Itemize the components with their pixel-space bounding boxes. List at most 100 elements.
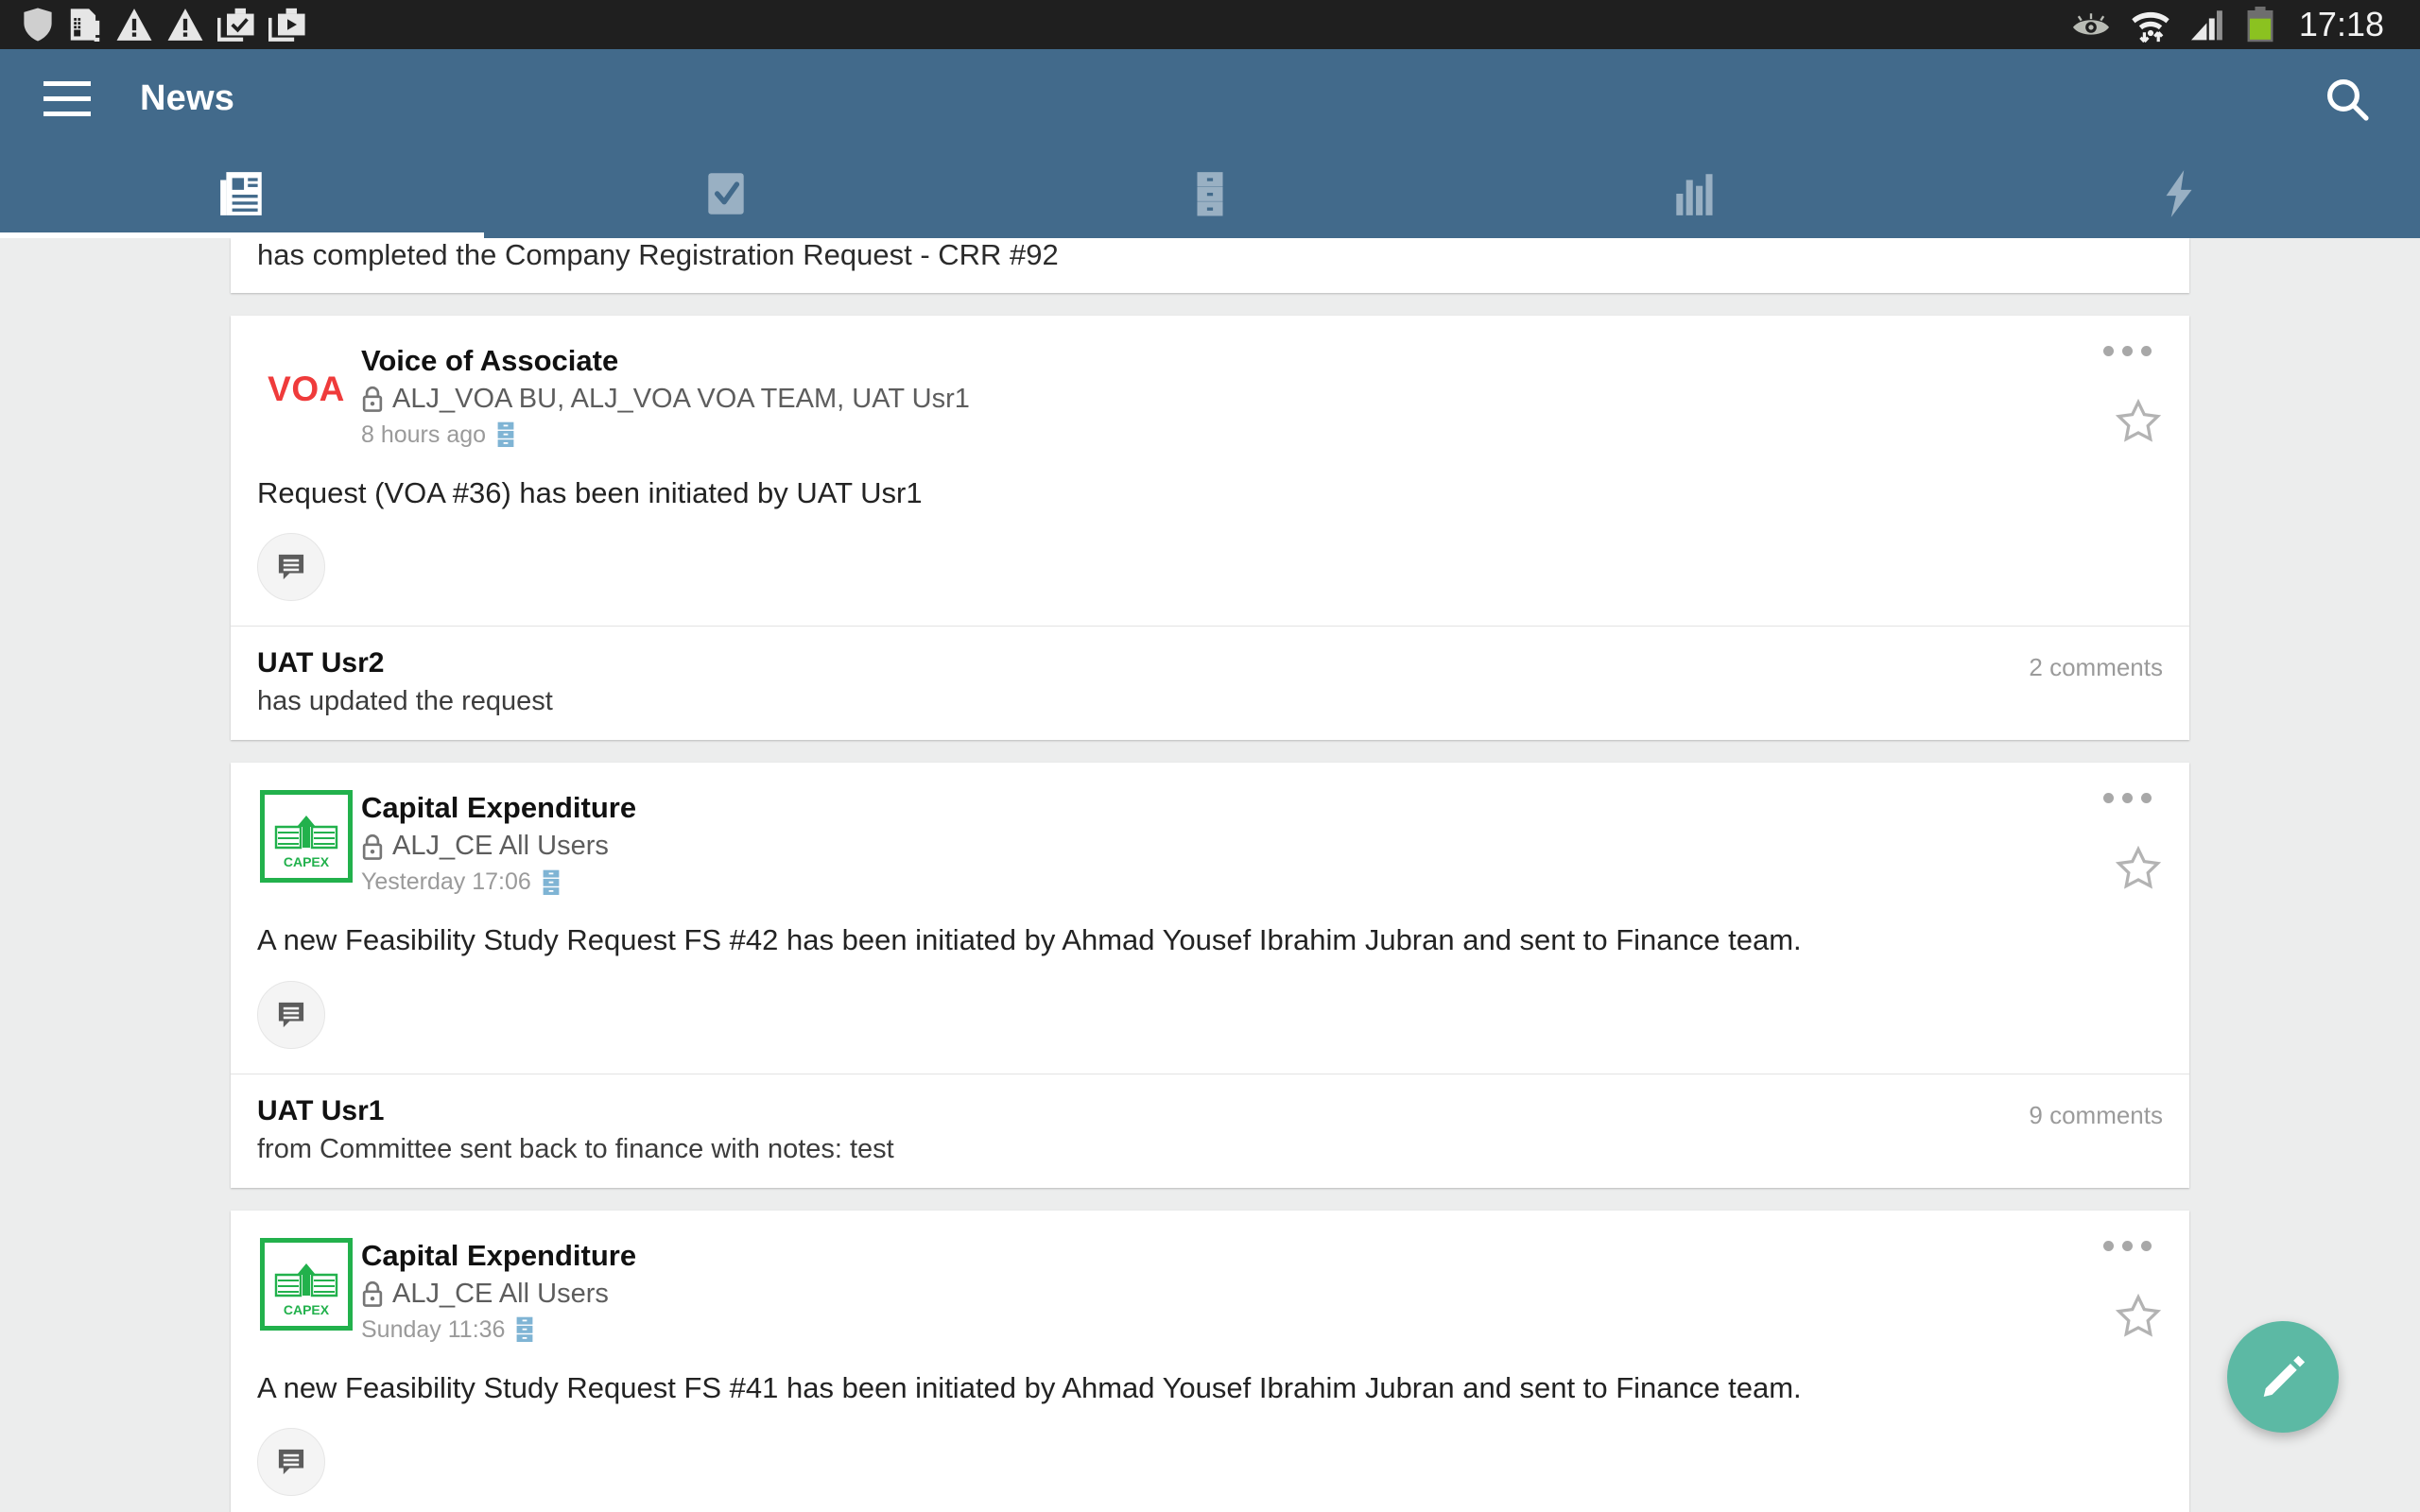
card-header-text: Capital Expenditure ALJ_CE All Users Sun…: [355, 1235, 636, 1344]
comment-author: UAT Usr2: [257, 647, 385, 679]
warning-triangle-icon: [116, 9, 152, 41]
comment-content: UAT Usr2 has updated the request: [257, 647, 2029, 717]
hamburger-line: [43, 81, 91, 86]
tab-bar: [0, 148, 2420, 238]
card-timestamp-text: Yesterday 17:06: [361, 868, 531, 896]
comment-text: from Committee sent back to finance with…: [257, 1133, 894, 1164]
app-bar-top-row: News: [0, 49, 2420, 148]
overflow-dot: [2103, 793, 2114, 804]
file-cabinet-icon: [1197, 171, 1223, 215]
card-body-text: Request (VOA #36) has been initiated by …: [257, 475, 923, 509]
comment-count[interactable]: 2 comments: [2029, 647, 2163, 682]
card-header: CAPEX Capital Expenditure ALJ_CE All Use…: [231, 763, 2189, 896]
overflow-dot: [2103, 346, 2114, 356]
card-audience-text: ALJ_CE All Users: [392, 1278, 609, 1309]
card-comment-button[interactable]: [257, 1428, 325, 1497]
battery-icon: [2247, 7, 2273, 43]
sim-warning-icon: [70, 9, 100, 42]
capex-logo: CAPEX: [260, 1237, 353, 1331]
hamburger-menu-icon[interactable]: [40, 80, 91, 118]
status-bar-left-icons: [21, 7, 306, 43]
card-comment-button[interactable]: [257, 980, 325, 1049]
wifi-transfer-icon: [2132, 11, 2169, 43]
tasks-checkbox-icon: [708, 172, 744, 215]
tab-news[interactable]: [0, 148, 484, 238]
capex-money-icon: CAPEX: [274, 816, 338, 869]
tab-tasks[interactable]: [484, 148, 968, 238]
app-bar: News: [0, 49, 2420, 238]
card-audience: ALJ_CE All Users: [361, 831, 636, 862]
card-favorite-button[interactable]: [2114, 844, 2163, 898]
feed-card-partial[interactable]: has completed the Company Registration R…: [231, 238, 2189, 293]
card-favorite-button[interactable]: [2114, 397, 2163, 451]
svg-text:CAPEX: CAPEX: [284, 854, 330, 869]
work-check-icon: [217, 8, 254, 42]
lightning-bolt-icon: [2166, 169, 2192, 217]
tab-records[interactable]: [968, 148, 1452, 238]
work-play-icon: [268, 8, 305, 42]
feed-card[interactable]: CAPEX Capital Expenditure ALJ_CE All Use…: [231, 1210, 2189, 1512]
tab-reports[interactable]: [1452, 148, 1936, 238]
warning-triangle-icon: [167, 9, 203, 41]
card-overflow-menu-button[interactable]: [2094, 783, 2161, 813]
brand-logo: CAPEX: [257, 1235, 355, 1333]
card-latest-comment[interactable]: UAT Usr1 from Committee sent back to fin…: [231, 1073, 2189, 1188]
card-latest-comment[interactable]: UAT Usr2 has updated the request 2 comme…: [231, 626, 2189, 740]
voa-logo-text: VOA: [268, 369, 345, 408]
brand-logo: VOA: [257, 340, 355, 438]
search-button[interactable]: [2314, 66, 2380, 132]
card-body-text: A new Feasibility Study Request FS #41 h…: [257, 1370, 1802, 1404]
card-source-name: Voice of Associate: [361, 344, 619, 377]
compose-fab[interactable]: [2227, 1321, 2339, 1433]
lock-icon: [362, 1281, 383, 1307]
card-audience-text: ALJ_CE All Users: [392, 831, 609, 862]
card-header-text: Voice of Associate ALJ_VOA BU, ALJ_VOA V…: [355, 340, 970, 449]
tab-actions[interactable]: [1936, 148, 2420, 238]
card-overflow-menu-button[interactable]: [2094, 1231, 2161, 1261]
overflow-dot: [2122, 793, 2133, 804]
card-header: VOA Voice of Associate ALJ_VOA BU, ALJ_V…: [231, 316, 2189, 449]
card-timestamp-text: Sunday 11:36: [361, 1315, 506, 1343]
card-actions: [231, 512, 2189, 626]
card-source-name: Capital Expenditure: [361, 1238, 637, 1272]
search-icon: [2327, 78, 2369, 121]
feed-card[interactable]: VOA Voice of Associate ALJ_VOA BU, ALJ_V…: [231, 316, 2189, 741]
card-audience-text: ALJ_VOA BU, ALJ_VOA VOA TEAM, UAT Usr1: [392, 383, 970, 414]
news-feed[interactable]: has completed the Company Registration R…: [0, 238, 2420, 1512]
card-timestamp: Yesterday 17:06: [361, 868, 636, 896]
hamburger-line: [43, 96, 91, 101]
comment-count[interactable]: 9 comments: [2029, 1095, 2163, 1130]
card-timestamp: 8 hours ago: [361, 421, 970, 449]
card-timestamp-text: 8 hours ago: [361, 421, 487, 448]
card-source-name: Capital Expenditure: [361, 791, 637, 825]
file-cabinet-icon: [517, 1316, 533, 1343]
brand-logo: CAPEX: [257, 787, 355, 885]
page-title: News: [140, 78, 235, 118]
comment-icon: [278, 555, 304, 580]
news-icon: [220, 171, 262, 215]
lock-icon: [362, 833, 383, 860]
card-header-text: Capital Expenditure ALJ_CE All Users Yes…: [355, 787, 636, 896]
card-timestamp: Sunday 11:36: [361, 1316, 636, 1344]
overflow-dot: [2122, 1240, 2133, 1251]
lock-icon: [362, 387, 383, 412]
comment-content: UAT Usr1 from Committee sent back to fin…: [257, 1095, 2029, 1165]
star-outline-icon: [2115, 846, 2162, 890]
status-clock: 17:18: [2298, 5, 2384, 43]
card-header: CAPEX Capital Expenditure ALJ_CE All Use…: [231, 1211, 2189, 1344]
capex-money-icon: CAPEX: [274, 1263, 338, 1317]
comment-text: has updated the request: [257, 686, 553, 717]
status-bar: 17:18: [0, 0, 2420, 49]
card-overflow-menu-button[interactable]: [2094, 336, 2161, 366]
file-cabinet-icon: [497, 421, 514, 448]
card-favorite-button[interactable]: [2114, 1292, 2163, 1346]
file-cabinet-icon: [543, 869, 560, 895]
star-outline-icon: [2115, 1293, 2162, 1337]
overflow-dot: [2141, 1240, 2152, 1251]
card-audience: ALJ_CE All Users: [361, 1279, 636, 1310]
feed-card[interactable]: CAPEX Capital Expenditure ALJ_CE All Use…: [231, 763, 2189, 1188]
card-comment-button[interactable]: [257, 533, 325, 602]
star-outline-icon: [2115, 398, 2162, 442]
comment-icon: [278, 1450, 304, 1475]
overflow-dot: [2103, 1240, 2114, 1251]
